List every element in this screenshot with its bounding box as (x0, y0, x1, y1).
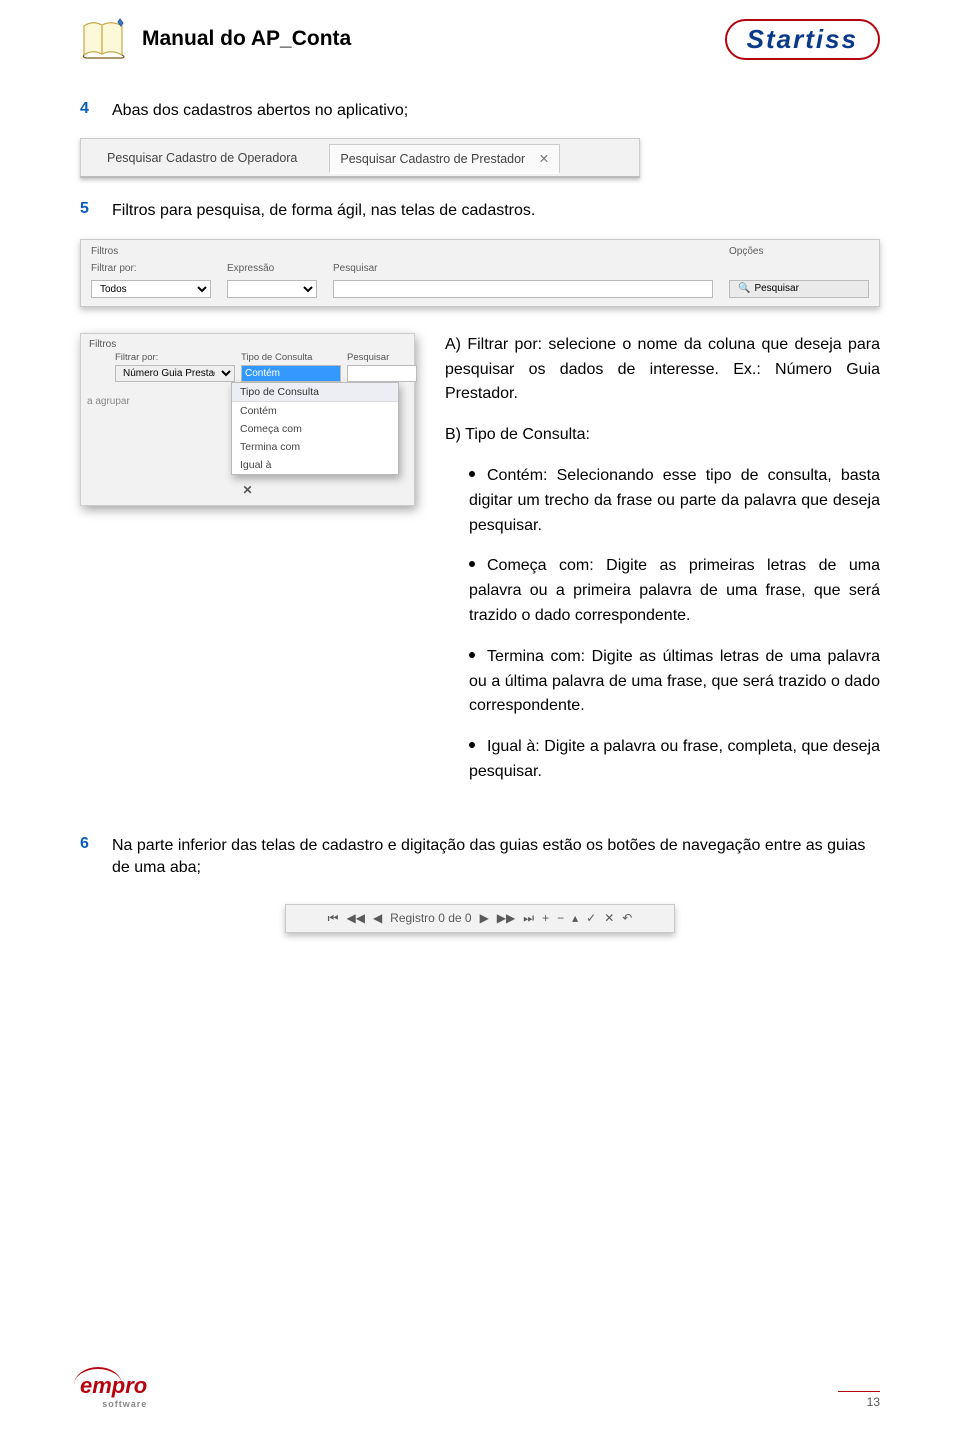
section-4: 4 Abas dos cadastros abertos no aplicati… (80, 100, 880, 122)
filterbar-opcoes: Opções (729, 246, 869, 257)
dp-list-head: Tipo de Consulta (232, 383, 398, 402)
brand-logo: Startiss (725, 19, 880, 60)
dp-select-tipo[interactable] (241, 365, 341, 382)
bullet-icon (469, 561, 475, 567)
dp-select-filtrar[interactable]: Número Guia Prestador (115, 365, 235, 382)
filter-bar-screenshot: Filtros Opções Filtrar por: Expressão Pe… (80, 239, 880, 307)
filterbar-expr: Expressão (227, 263, 317, 274)
tempro-logo: empro software (80, 1373, 147, 1409)
dp-filtros: Filtros (81, 334, 414, 350)
page-footer: empro software 13 (80, 1373, 880, 1409)
dp-opt-contem[interactable]: Contém (232, 402, 398, 420)
explanation-text: A) Filtrar por: selecione o nome da colu… (445, 333, 880, 801)
search-icon: 🔍 (738, 283, 750, 294)
tabs-screenshot: Pesquisar Cadastro de Operadora Pesquisa… (80, 138, 880, 178)
explain-b4: Igual à: Digite a palavra ou frase, comp… (469, 735, 880, 785)
dp-close-icon[interactable]: ✕ (242, 483, 252, 497)
tab-prestador-label: Pesquisar Cadastro de Prestador (340, 152, 525, 166)
header-left: Manual do AP_Conta (80, 18, 351, 60)
doc-title: Manual do AP_Conta (142, 27, 351, 51)
dp-opt-igual[interactable]: Igual à (232, 456, 398, 474)
section-6: 6 Na parte inferior das telas de cadastr… (80, 835, 880, 880)
section-5-text: Filtros para pesquisa, de forma ágil, na… (112, 200, 535, 222)
explain-a: A) Filtrar por: selecione o nome da colu… (445, 333, 880, 407)
section-5: 5 Filtros para pesquisa, de forma ágil, … (80, 200, 880, 222)
tab-close-icon[interactable]: ✕ (539, 152, 549, 166)
filterbar-filtros: Filtros (91, 246, 211, 257)
dp-tipo-lbl: Tipo de Consulta (241, 352, 341, 363)
filterbar-pesq: Pesquisar (333, 263, 713, 274)
filterbar-input-pesq[interactable] (333, 280, 713, 298)
nav-label: Registro 0 de 0 (390, 911, 471, 925)
dp-option-list: Tipo de Consulta Contém Começa com Termi… (231, 382, 399, 475)
section-4-text: Abas dos cadastros abertos no aplicativo… (112, 100, 408, 122)
book-icon (80, 18, 128, 60)
tab-operadora[interactable]: Pesquisar Cadastro de Operadora (97, 145, 307, 171)
filterbar-select-filtrar[interactable]: Todos (91, 280, 211, 298)
tempro-sub: software (80, 1399, 147, 1409)
tab-prestador[interactable]: Pesquisar Cadastro de Prestador ✕ (329, 144, 560, 174)
navbar-screenshot: ⏮ ◀◀ ◀ Registro 0 de 0 ▶ ▶▶ ⏭ + − ▴ ✓ ✕ … (80, 904, 880, 933)
section-6-text: Na parte inferior das telas de cadastro … (112, 835, 880, 880)
section-4-num: 4 (80, 100, 96, 122)
page-header: Manual do AP_Conta Startiss (80, 18, 880, 60)
dropdown-screenshot: Filtros Filtrar por: Tipo de Consulta Pe… (80, 333, 415, 506)
filterbar-filtrar: Filtrar por: (91, 263, 211, 274)
nav-nextpage-icon[interactable]: ▶▶ (497, 911, 515, 925)
dp-opt-termina[interactable]: Termina com (232, 438, 398, 456)
nav-x-icon[interactable]: ✕ (604, 911, 614, 925)
page-number: 13 (838, 1391, 880, 1409)
nav-next-icon[interactable]: ▶ (480, 911, 489, 925)
nav-prev-icon[interactable]: ◀ (373, 911, 382, 925)
explain-b3: Termina com: Digite as últimas letras de… (469, 645, 880, 719)
nav-check-icon[interactable]: ✓ (586, 911, 596, 925)
nav-minus-icon[interactable]: − (557, 911, 564, 925)
filterbar-select-expr[interactable] (227, 280, 317, 298)
nav-up-icon[interactable]: ▴ (572, 911, 578, 925)
dp-input-pesq[interactable] (347, 365, 417, 382)
bullet-icon (469, 742, 475, 748)
dp-opt-comeca[interactable]: Começa com (232, 420, 398, 438)
explain-b2: Começa com: Digite as primeiras letras d… (469, 554, 880, 628)
bullet-icon (469, 471, 475, 477)
nav-undo-icon[interactable]: ↶ (622, 911, 632, 925)
section-6-num: 6 (80, 835, 96, 880)
section-5-num: 5 (80, 200, 96, 222)
explain-b-intro: B) Tipo de Consulta: (445, 423, 880, 448)
explain-b1: Contém: Selecionando esse tipo de consul… (469, 464, 880, 538)
filterbar-search-label: Pesquisar (754, 283, 798, 294)
nav-plus-icon[interactable]: + (542, 911, 549, 925)
dp-filtrar-lbl: Filtrar por: (115, 352, 235, 363)
nav-prevpage-icon[interactable]: ◀◀ (346, 911, 364, 925)
nav-first-icon[interactable]: ⏮ (328, 911, 339, 926)
dp-agrupar: a agrupar (87, 396, 130, 407)
bullet-icon (469, 652, 475, 658)
nav-last-icon[interactable]: ⏭ (523, 911, 534, 926)
dp-pesq-lbl: Pesquisar (347, 352, 417, 363)
brand-logo-text: Startiss (747, 24, 858, 55)
filterbar-search-button[interactable]: 🔍 Pesquisar (729, 280, 869, 298)
